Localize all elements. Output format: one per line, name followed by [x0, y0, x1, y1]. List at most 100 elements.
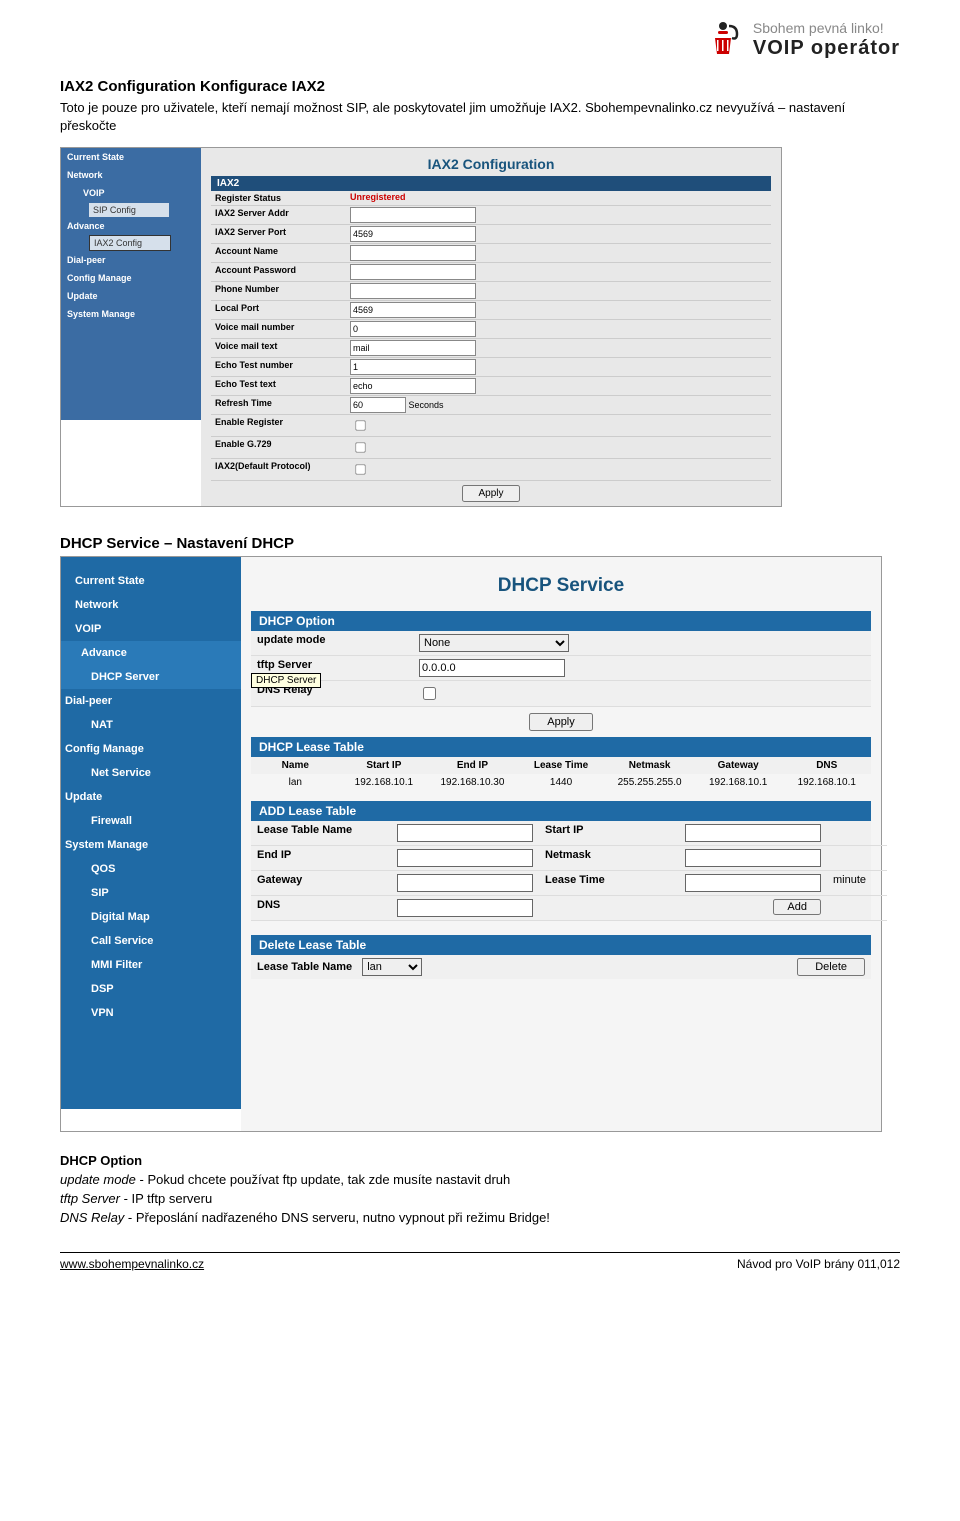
nav2-net-service[interactable]: Net Service	[61, 761, 241, 785]
nav1-advance[interactable]: Advance	[61, 641, 241, 665]
nav1-system-manage[interactable]: System Manage	[61, 833, 241, 857]
input-acct-pw[interactable]	[350, 264, 476, 280]
desc-update-mode-i: update mode	[60, 1172, 136, 1187]
nav2-firewall[interactable]: Firewall	[61, 809, 241, 833]
nav2-mmi-filter[interactable]: MMI Filter	[61, 953, 241, 977]
nav2-qos[interactable]: QOS	[61, 857, 241, 881]
input-local-port[interactable]	[350, 302, 476, 318]
input-server-port[interactable]	[350, 226, 476, 242]
page-footer: www.sbohempevnalinko.cz Návod pro VoIP b…	[60, 1252, 900, 1271]
lbl-start-ip: Start IP	[539, 821, 679, 846]
iax2-description: Toto je pouze pro uživatele, kteří nemaj…	[60, 99, 900, 135]
nav1-current-state[interactable]: Current State	[61, 569, 241, 593]
lbl-server-addr: IAX2 Server Addr	[211, 206, 349, 224]
lbl-echo-text: Echo Test text	[211, 377, 349, 395]
nav-voip[interactable]: VOIP	[61, 184, 201, 202]
dhcp-option-bar: DHCP Option	[251, 611, 871, 631]
nav2-dsp[interactable]: DSP	[61, 977, 241, 1001]
delete-lease-bar: Delete Lease Table	[251, 935, 871, 955]
input-acct-name[interactable]	[350, 245, 476, 261]
select-update-mode[interactable]: None	[419, 634, 569, 652]
lbl-enable-g729: Enable G.729	[211, 437, 349, 458]
chk-dns-relay[interactable]	[423, 687, 436, 700]
dhcp-option-description: DHCP Option update mode - Pokud chcete p…	[60, 1152, 900, 1227]
logo-text: Sbohem pevná linko! VOIP operátor	[753, 21, 900, 58]
dhcp-sidebar: Current State Network VOIP Advance DHCP …	[61, 557, 241, 1109]
nav-iax2-config[interactable]: IAX2 Config	[89, 235, 171, 251]
lbl-enable-register: Enable Register	[211, 415, 349, 436]
tooltip-dhcp-server: DHCP Server	[251, 673, 321, 688]
nav2-nat[interactable]: NAT	[61, 713, 241, 737]
input-echo-text[interactable]	[350, 378, 476, 394]
chk-enable-register[interactable]	[355, 421, 365, 431]
delete-lease-button[interactable]: Delete	[797, 958, 865, 976]
input-lease-name[interactable]	[397, 824, 533, 842]
footer-url[interactable]: www.sbohempevnalinko.cz	[60, 1257, 204, 1271]
lbl-echo-num: Echo Test number	[211, 358, 349, 376]
nav-network[interactable]: Network	[61, 166, 201, 184]
nav2-call-service[interactable]: Call Service	[61, 929, 241, 953]
input-vm-text[interactable]	[350, 340, 476, 356]
input-tftp-server[interactable]	[419, 659, 565, 677]
input-lease-time[interactable]	[685, 874, 821, 892]
input-dns[interactable]	[397, 899, 533, 917]
add-lease-button[interactable]: Add	[773, 899, 821, 915]
add-lease-form: Lease Table Name Start IP End IP Netmask…	[251, 821, 871, 921]
nav-config-manage[interactable]: Config Manage	[61, 269, 201, 287]
input-netmask[interactable]	[685, 849, 821, 867]
desc-dns-relay-i: DNS Relay	[60, 1210, 124, 1225]
iax2-bar: IAX2	[211, 176, 771, 191]
refresh-unit: Seconds	[409, 400, 444, 410]
dhcp-apply-button[interactable]: Apply	[529, 713, 593, 731]
lbl-end-ip: End IP	[251, 846, 391, 871]
nav2-dhcp-server[interactable]: DHCP Server	[61, 665, 241, 689]
chk-enable-g729[interactable]	[355, 443, 365, 453]
nav-system-manage[interactable]: System Manage	[61, 305, 201, 323]
input-vm-num[interactable]	[350, 321, 476, 337]
nav2-vpn[interactable]: VPN	[61, 1001, 241, 1025]
nav1-update[interactable]: Update	[61, 785, 241, 809]
input-start-ip[interactable]	[685, 824, 821, 842]
nav1-dial-peer[interactable]: Dial-peer	[61, 689, 241, 713]
chk-default-proto[interactable]	[355, 465, 365, 475]
input-gateway[interactable]	[397, 874, 533, 892]
nav1-config-manage[interactable]: Config Manage	[61, 737, 241, 761]
lbl-register-status: Register Status	[211, 191, 349, 205]
nav1-voip[interactable]: VOIP	[61, 617, 241, 641]
desc-update-mode-t: - Pokud chcete používat ftp update, tak …	[136, 1172, 510, 1187]
input-server-addr[interactable]	[350, 207, 476, 223]
nav-sip-config[interactable]: SIP Config	[89, 203, 169, 217]
lease-time-unit: minute	[827, 871, 887, 896]
nav2-digital-map[interactable]: Digital Map	[61, 905, 241, 929]
nav-current-state[interactable]: Current State	[61, 148, 201, 166]
lbl-netmask: Netmask	[539, 846, 679, 871]
nav-update[interactable]: Update	[61, 287, 201, 305]
add-lease-bar: ADD Lease Table	[251, 801, 871, 821]
input-echo-num[interactable]	[350, 359, 476, 375]
iax2-screenshot: Current State Network VOIP SIP Config Ad…	[60, 147, 782, 507]
footer-doc-title: Návod pro VoIP brány 011,012	[737, 1257, 900, 1271]
val-register-status: Unregistered	[350, 192, 406, 202]
input-end-ip[interactable]	[397, 849, 533, 867]
brand-header: Sbohem pevná linko! VOIP operátor	[60, 20, 900, 60]
iax2-sidebar: Current State Network VOIP SIP Config Ad…	[61, 148, 201, 420]
iax2-apply-button[interactable]: Apply	[462, 485, 519, 502]
input-refresh[interactable]	[350, 397, 406, 413]
nav-advance[interactable]: Advance	[61, 217, 201, 235]
select-del-lease[interactable]: lan	[362, 958, 422, 976]
desc-tftp-t: - IP tftp serveru	[120, 1191, 212, 1206]
nav1-network[interactable]: Network	[61, 593, 241, 617]
input-phone[interactable]	[350, 283, 476, 299]
lbl-server-port: IAX2 Server Port	[211, 225, 349, 243]
nav-dial-peer[interactable]: Dial-peer	[61, 251, 201, 269]
desc-heading: DHCP Option	[60, 1153, 142, 1168]
lbl-dns: DNS	[251, 896, 391, 921]
brand-name: VOIP operátor	[753, 37, 900, 59]
nav2-sip[interactable]: SIP	[61, 881, 241, 905]
section-title-dhcp: DHCP Service – Nastavení DHCP	[60, 535, 900, 552]
lbl-vm-text: Voice mail text	[211, 339, 349, 357]
section-title-iax2: IAX2 Configuration Konfigurace IAX2	[60, 78, 900, 95]
lease-table-row: lan 192.168.10.1 192.168.10.30 1440 255.…	[251, 774, 871, 791]
iax2-page-title: IAX2 Configuration	[201, 154, 781, 176]
logo-icon	[703, 20, 743, 60]
